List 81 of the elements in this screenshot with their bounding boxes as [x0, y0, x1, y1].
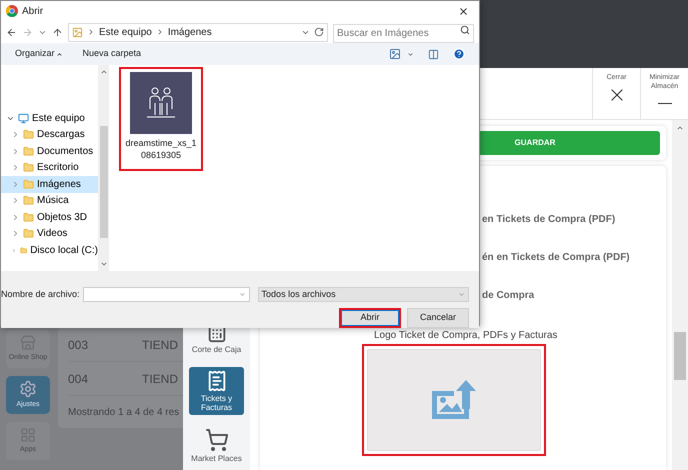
logo-label: Logo Ticket de Compra, PDFs y Facturas [374, 328, 666, 343]
forward-icon[interactable] [22, 26, 33, 38]
table-cell-text: 003 [68, 336, 90, 354]
folder-icon [23, 212, 34, 223]
tree-label: Objetos 3D [37, 210, 88, 225]
dropdown-icon [238, 291, 246, 298]
folder-icon [23, 228, 34, 240]
folder-icon [23, 195, 34, 206]
tree-item[interactable]: Disco local (C:) [1, 242, 98, 258]
caret-icon [56, 50, 63, 58]
tree-label: Este equipo [32, 112, 85, 126]
refresh-icon[interactable] [314, 27, 324, 37]
nav-item[interactable]: Market Places [189, 425, 244, 466]
gear-icon [19, 380, 37, 398]
folder-icon [23, 178, 34, 190]
caret-icon[interactable] [407, 50, 414, 58]
nav-item[interactable]: Tickets y Facturas [189, 367, 244, 415]
table-cell-text: TIEND [142, 336, 178, 354]
minimize-icon [658, 103, 672, 104]
setting-label: en Tickets de Compra (PDF) [482, 213, 616, 227]
view-icon[interactable] [389, 48, 401, 60]
image-upload-icon [430, 379, 478, 421]
file-name-field[interactable] [82, 287, 250, 302]
tree-item[interactable]: Videos [1, 226, 98, 242]
tree-item[interactable]: Documentos [1, 143, 98, 160]
tree-label: Música [37, 194, 69, 208]
tree-scrollbar[interactable] [98, 65, 109, 271]
new-folder-button[interactable]: Nueva carpeta [82, 47, 142, 61]
separator-icon [87, 28, 95, 36]
browser-logo-icon [6, 5, 18, 17]
tree-item[interactable]: Objetos 3D [1, 209, 98, 226]
table-footer: Mostrando 1 a 4 de 4 res [68, 405, 183, 420]
open-button[interactable]: Abrir [339, 308, 401, 328]
folder-icon [20, 244, 28, 256]
help-icon[interactable] [453, 48, 465, 60]
tree-item[interactable]: Imágenes [1, 176, 98, 192]
folder-icon [23, 129, 34, 140]
cancel-button[interactable]: Cancelar [407, 308, 469, 328]
file-type-select[interactable]: Todos los archivos [258, 287, 469, 302]
computer-icon [18, 112, 29, 124]
back-icon[interactable] [6, 26, 17, 38]
scroll-thumb[interactable] [100, 126, 108, 238]
file-name: dreamstime_xs_108619305 [124, 137, 198, 161]
dropdown-icon [458, 291, 465, 298]
apps-icon [20, 426, 36, 443]
setting-label: én en Tickets de Compra (PDF) [482, 251, 631, 265]
breadcrumb-item[interactable]: Imágenes [168, 24, 212, 40]
search-field[interactable]: Buscar en Imágenes [333, 24, 474, 43]
store-icon [20, 334, 36, 351]
scroll-down-icon[interactable] [100, 260, 108, 268]
address-bar[interactable]: Este equipo Imágenes [68, 22, 328, 42]
scroll-up-icon[interactable] [676, 124, 684, 132]
tree-label: Imágenes [37, 178, 81, 192]
tree-item[interactable]: Escritorio [1, 160, 98, 176]
file-name-label: Nombre de archivo: [1, 288, 80, 301]
breadcrumb-item[interactable]: Este equipo [99, 24, 152, 40]
tree-label: Disco local (C:) [30, 244, 98, 258]
window-title: Abrir [22, 4, 44, 18]
table-cell-text: TIEND [142, 370, 178, 388]
cart-icon [204, 428, 228, 452]
setting-label: de Compra [482, 289, 536, 303]
close-icon[interactable] [458, 6, 469, 16]
search-icon [460, 24, 470, 34]
tree-label: Documentos [37, 144, 94, 159]
up-icon[interactable] [52, 26, 63, 38]
tree-item[interactable]: Descargas [1, 126, 98, 143]
table-cell-text: 004 [68, 370, 90, 388]
tree-label: Escritorio [37, 161, 79, 176]
organize-menu[interactable]: Organizar [15, 47, 63, 61]
file-item[interactable]: dreamstime_xs_108619305 [119, 67, 203, 171]
folder-icon [23, 162, 34, 174]
tree-item[interactable]: Música [1, 192, 98, 209]
tree-item[interactable]: Este equipo [1, 110, 98, 126]
scroll-thumb[interactable] [674, 332, 686, 380]
tree-label: Descargas [37, 128, 85, 142]
folder-icon [23, 146, 34, 157]
preview-pane-icon[interactable] [428, 48, 439, 60]
scrollbar[interactable] [672, 120, 688, 470]
tree-label: Videos [37, 227, 68, 242]
scroll-up-icon[interactable] [100, 68, 108, 76]
receipt-icon [206, 370, 228, 392]
